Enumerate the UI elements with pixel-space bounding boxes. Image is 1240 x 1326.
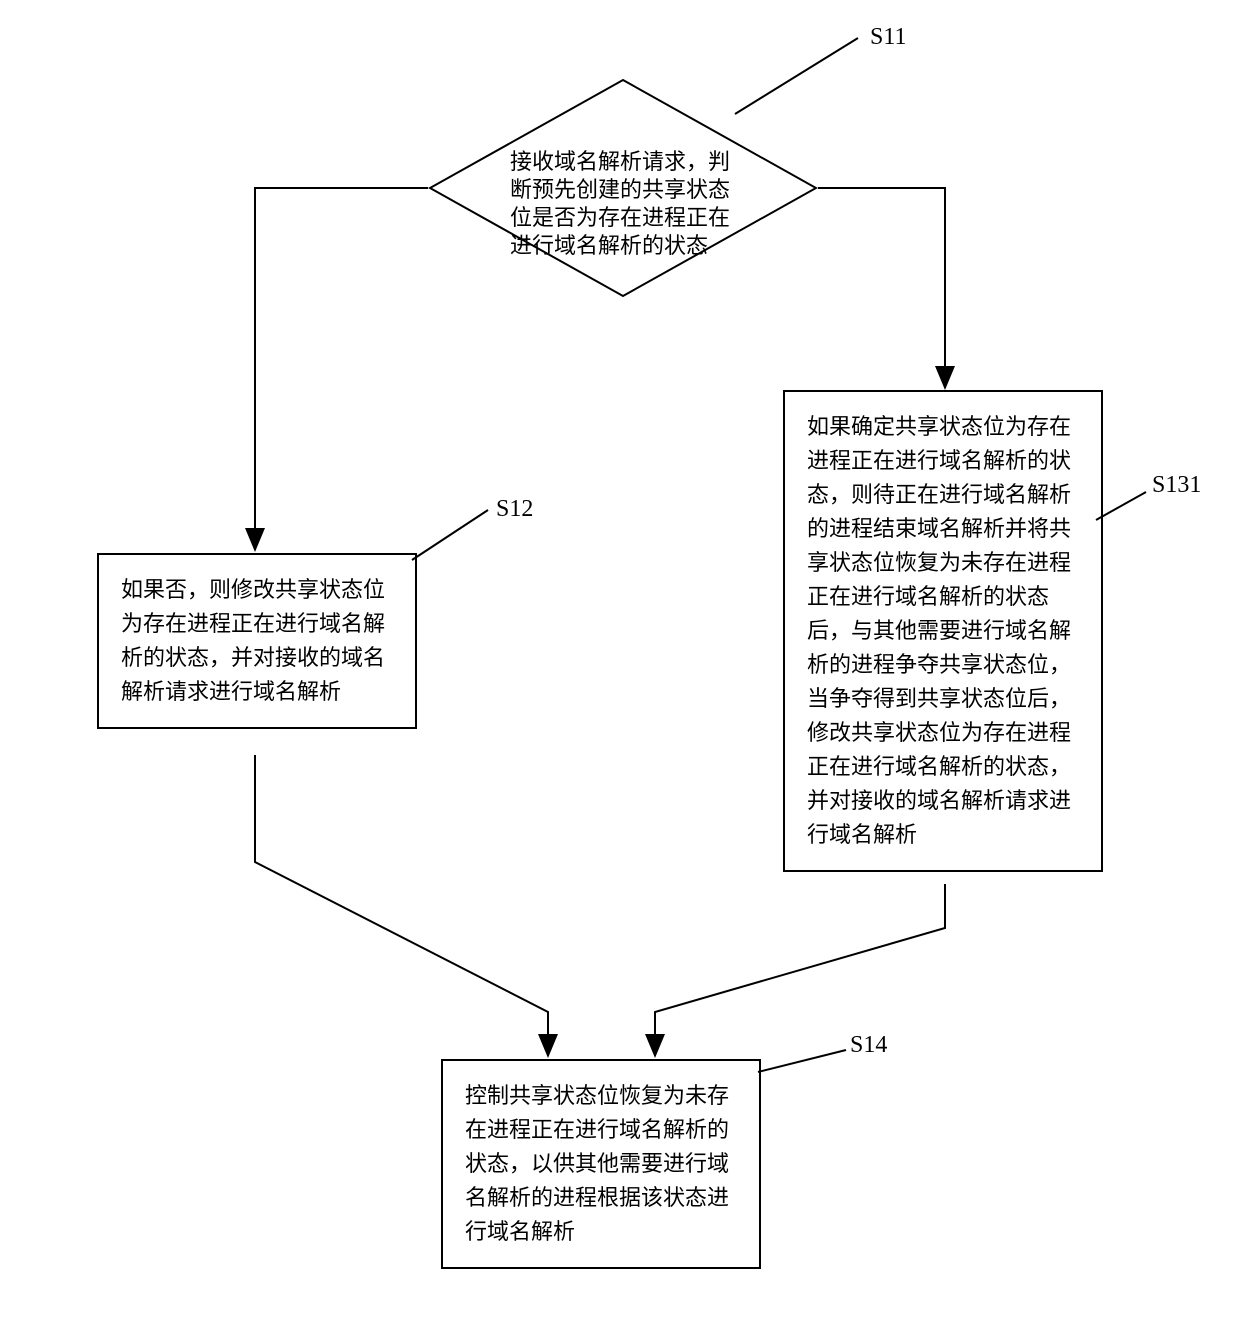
decision-s11: 接收域名解析请求，判断预先创建的共享状态位是否为存在进程正在进行域名解析的状态 — [428, 78, 818, 298]
process-s12: 如果否，则修改共享状态位为存在进程正在进行域名解析的状态，并对接收的域名解析请求… — [97, 553, 417, 729]
process-s131: 如果确定共享状态位为存在进程正在进行域名解析的状态，则待正在进行域名解析的进程结… — [783, 390, 1103, 872]
label-s11: S11 — [870, 24, 906, 51]
decision-text: 接收域名解析请求，判断预先创建的共享状态位是否为存在进程正在进行域名解析的状态 — [510, 148, 736, 260]
label-s14: S14 — [850, 1032, 887, 1059]
flowchart-canvas: 接收域名解析请求，判断预先创建的共享状态位是否为存在进程正在进行域名解析的状态 … — [0, 0, 1240, 1326]
process-s14: 控制共享状态位恢复为未存在进程正在进行域名解析的状态，以供其他需要进行域名解析的… — [441, 1059, 761, 1269]
label-s12: S12 — [496, 496, 533, 523]
label-s131: S131 — [1152, 472, 1201, 499]
